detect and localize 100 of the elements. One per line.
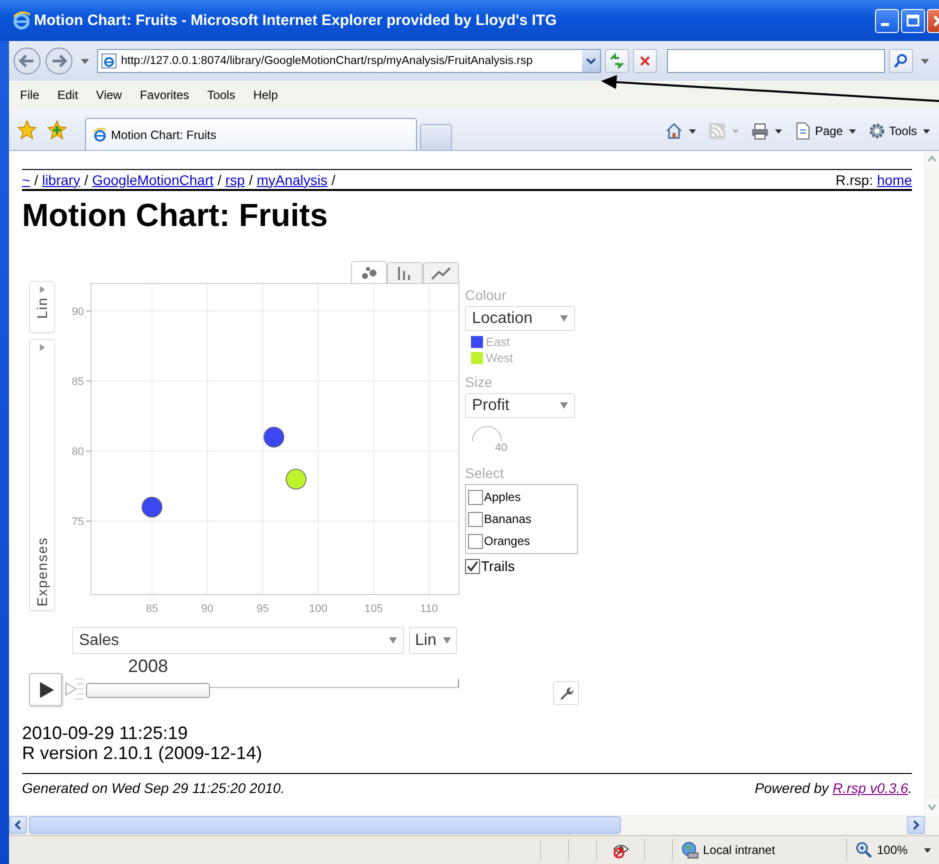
size-label: Size xyxy=(465,373,492,391)
breadcrumb-link[interactable]: GoogleMotionChart xyxy=(92,172,214,188)
breadcrumb-link[interactable]: library xyxy=(42,172,80,188)
search-field[interactable] xyxy=(667,49,885,73)
checkbox[interactable] xyxy=(465,558,480,574)
run-info-text: 2010-09-29 11:25:19 xyxy=(22,723,189,743)
menu-item[interactable]: File xyxy=(11,88,48,102)
x-tick-label: 85 xyxy=(146,603,158,615)
globe-icon xyxy=(681,841,699,859)
stop-button[interactable] xyxy=(633,49,657,73)
rsp-version-link[interactable]: R.rsp v0.3.6 xyxy=(832,780,908,796)
caret-icon xyxy=(688,128,696,134)
home-icon xyxy=(664,122,683,140)
scroll-up-icon[interactable] xyxy=(925,151,939,167)
x-tick-label: 90 xyxy=(201,603,214,615)
tools-menu[interactable]: Tools xyxy=(864,122,933,140)
page-icon xyxy=(794,122,812,140)
dropdown-button[interactable] xyxy=(582,50,600,72)
caret-icon xyxy=(389,637,397,644)
forward-button[interactable] xyxy=(45,47,73,75)
wrench-icon xyxy=(558,685,574,701)
search-icon xyxy=(893,53,909,69)
x-tick-label: 100 xyxy=(309,603,328,615)
chart-type-tab[interactable] xyxy=(387,262,423,283)
time-slider-thumb[interactable] xyxy=(86,683,210,698)
caret-icon[interactable] xyxy=(81,58,89,64)
star-icon[interactable] xyxy=(17,120,37,140)
generated-text: Generated on Wed Sep 29 11:25:20 2010. xyxy=(22,780,285,796)
line-chart-icon xyxy=(431,266,451,280)
checkbox[interactable] xyxy=(468,490,483,504)
breadcrumb-link[interactable]: myAnalysis xyxy=(256,172,328,188)
y-scale-selector[interactable]: Lin xyxy=(29,281,55,333)
breadcrumb-separator: / xyxy=(332,172,336,188)
caret-icon xyxy=(848,128,856,134)
minimize-button[interactable] xyxy=(875,8,899,32)
home-link[interactable]: home xyxy=(876,172,912,188)
caret-icon xyxy=(732,128,739,134)
size-reading: 40 xyxy=(495,442,508,454)
y-tick-label: 90 xyxy=(72,306,84,318)
menu-item[interactable]: Favorites xyxy=(130,88,198,102)
bubble[interactable] xyxy=(142,496,162,518)
scrollbar-thumb[interactable] xyxy=(29,816,621,834)
browser-tab[interactable]: Motion Chart: Fruits xyxy=(85,118,417,150)
e-logo-icon xyxy=(12,11,31,30)
chart-type-tab[interactable] xyxy=(423,262,459,283)
breadcrumb-separator: / xyxy=(218,172,222,188)
window-title: Motion Chart: Fruits - Microsoft Internet Explorer provided by Lloyd's ITG xyxy=(34,12,557,29)
refresh-icon xyxy=(609,53,625,69)
minimize-icon xyxy=(881,23,889,26)
checkbox[interactable] xyxy=(468,534,483,548)
back-button[interactable] xyxy=(13,47,41,75)
rsp-label: R.rsp: xyxy=(836,172,873,188)
checkbox-label: Bananas xyxy=(484,512,532,526)
x-tick-label: 105 xyxy=(364,603,383,615)
x-tick-label: 95 xyxy=(256,603,269,615)
zoom-button[interactable]: 100% xyxy=(847,839,939,861)
powered-by-text: Powered by xyxy=(754,780,829,796)
caret-icon xyxy=(443,637,451,644)
caret-icon xyxy=(924,848,931,852)
breadcrumb-separator: / xyxy=(248,172,253,188)
address-field[interactable]: http://127.0.0.1:8074/library/GoogleMotionChart/rsp/myAnalysis/FruitAnalysis.rsp xyxy=(121,55,533,67)
year-label: 2008 xyxy=(128,656,168,677)
y-tick-label: 80 xyxy=(72,446,84,458)
chart-type-tab[interactable] xyxy=(351,261,387,283)
menu-item[interactable]: Tools xyxy=(198,88,244,102)
y-tick-label: 75 xyxy=(72,516,84,528)
caret-icon xyxy=(774,128,782,134)
refresh-button[interactable] xyxy=(605,49,629,73)
feed-icon xyxy=(708,122,726,140)
bubble[interactable] xyxy=(286,468,306,490)
menu-item[interactable]: Help xyxy=(244,88,287,102)
caret-icon[interactable] xyxy=(921,58,929,64)
colour-label: Colour xyxy=(465,286,506,304)
legend-label: East xyxy=(486,335,510,349)
play-button[interactable] xyxy=(29,673,62,706)
size-dropdown[interactable]: Profit xyxy=(465,393,575,418)
page-menu[interactable]: Page xyxy=(790,122,859,140)
menu-item[interactable]: View xyxy=(87,88,131,102)
search-button[interactable] xyxy=(889,49,913,73)
x-variable-dropdown[interactable]: Sales xyxy=(72,627,404,654)
page-icon xyxy=(101,53,117,69)
star-plus-icon[interactable] xyxy=(47,120,67,140)
page-heading: Motion Chart: Fruits xyxy=(22,196,329,235)
menu-item[interactable]: Edit xyxy=(48,88,88,102)
x-scale-dropdown[interactable]: Lin xyxy=(409,627,457,654)
vertical-scrollbar[interactable] xyxy=(924,151,939,815)
scroll-left-button[interactable] xyxy=(9,816,27,834)
y-tick-label: 85 xyxy=(72,376,84,388)
checkbox[interactable] xyxy=(468,512,483,526)
zoom-icon xyxy=(855,841,873,859)
caret-icon xyxy=(923,128,930,134)
maximize-button[interactable] xyxy=(901,8,925,32)
breadcrumb-link[interactable]: rsp xyxy=(225,172,245,188)
e-logo-icon xyxy=(92,126,108,142)
breadcrumb-link[interactable]: ~ xyxy=(22,172,30,188)
y-variable-selector[interactable]: Expenses xyxy=(29,339,55,611)
bubble[interactable] xyxy=(264,426,284,448)
scroll-right-button[interactable] xyxy=(907,816,925,834)
colour-dropdown[interactable]: Location xyxy=(465,306,575,331)
settings-button[interactable] xyxy=(553,681,579,705)
